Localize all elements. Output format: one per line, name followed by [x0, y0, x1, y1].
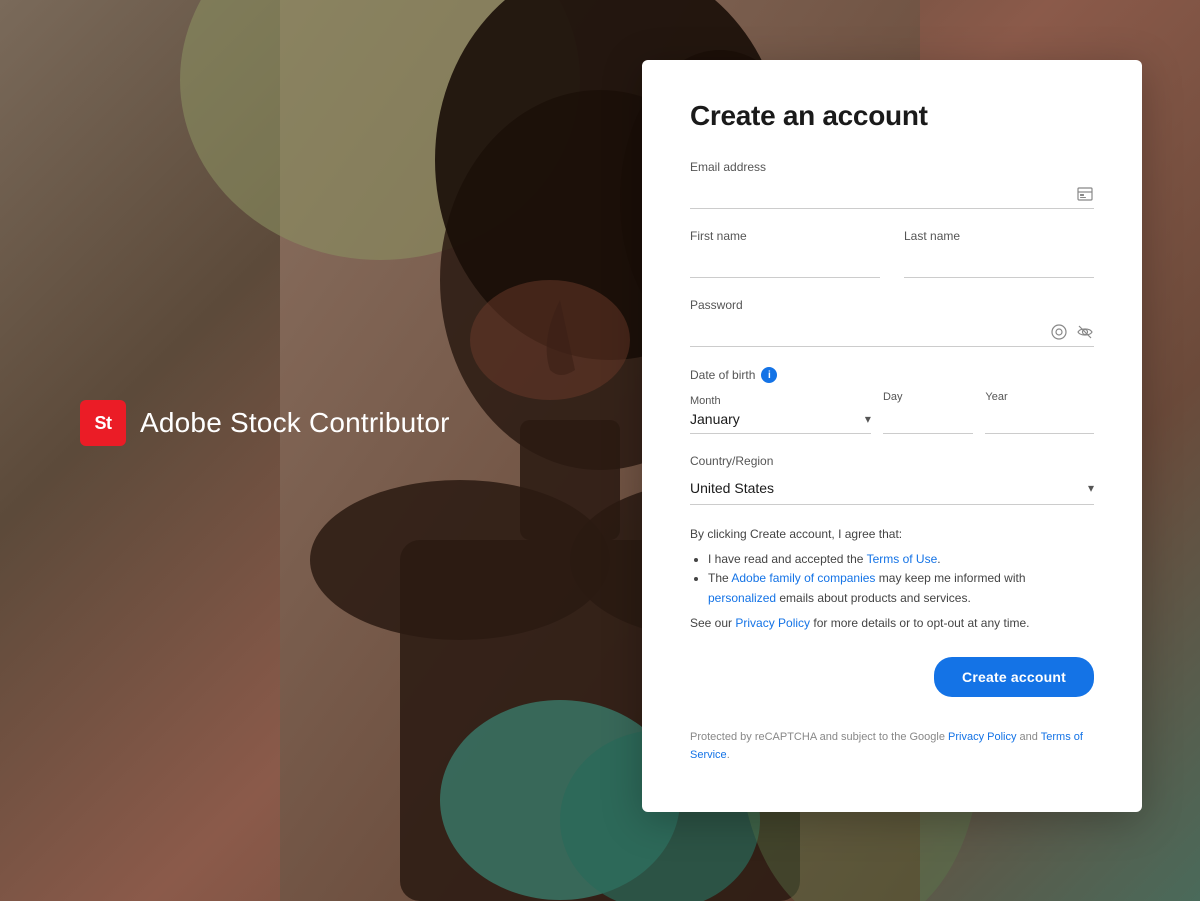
- email-label: Email address: [690, 160, 1094, 174]
- form-title: Create an account: [690, 100, 1094, 132]
- legal-item2-mid: may keep me informed with: [875, 571, 1025, 585]
- privacy-policy-link[interactable]: Privacy Policy: [735, 616, 810, 630]
- firstname-input[interactable]: [690, 249, 880, 278]
- month-chevron-icon: ▾: [865, 412, 871, 426]
- month-value: January: [690, 411, 740, 427]
- day-label: Day: [883, 391, 973, 403]
- month-select[interactable]: January ▾: [690, 411, 871, 434]
- name-row: First name Last name: [690, 229, 1094, 298]
- dob-group: Date of birth i Month January ▾ Day Year: [690, 367, 1094, 434]
- captcha-end: .: [727, 749, 730, 761]
- day-col: Day: [883, 391, 973, 434]
- legal-item1-pre: I have read and accepted the: [708, 552, 867, 566]
- email-group: Email address: [690, 160, 1094, 209]
- password-input-wrapper: [690, 318, 1094, 347]
- lastname-input[interactable]: [904, 249, 1094, 278]
- logo-icon-text: St: [95, 413, 112, 434]
- legal-item1-post: .: [937, 552, 940, 566]
- year-col: Year: [985, 391, 1094, 434]
- email-input-wrapper: [690, 180, 1094, 209]
- password-strength-icon: [1050, 323, 1068, 341]
- legal-list: I have read and accepted the Terms of Us…: [708, 550, 1094, 608]
- app-name: Adobe Stock Contributor: [140, 407, 450, 439]
- email-input[interactable]: [690, 180, 1094, 209]
- personalized-link[interactable]: personalized: [708, 591, 776, 605]
- legal-item-1: I have read and accepted the Terms of Us…: [708, 550, 1094, 569]
- captcha-privacy-link[interactable]: Privacy Policy: [948, 731, 1016, 743]
- dob-label: Date of birth: [690, 368, 755, 382]
- month-label: Month: [690, 395, 871, 407]
- lastname-group: Last name: [904, 229, 1094, 278]
- year-input[interactable]: [985, 407, 1094, 434]
- legal-item-2: The Adobe family of companies may keep m…: [708, 569, 1094, 607]
- show-password-icon[interactable]: [1076, 323, 1094, 341]
- password-input[interactable]: [690, 318, 1094, 347]
- terms-of-use-link[interactable]: Terms of Use: [867, 552, 938, 566]
- country-group: Country/Region United States ▾: [690, 454, 1094, 505]
- captcha-pre: Protected by reCAPTCHA and subject to th…: [690, 731, 948, 743]
- legal-see-post: for more details or to opt-out at any ti…: [810, 616, 1029, 630]
- firstname-label: First name: [690, 229, 880, 243]
- password-label: Password: [690, 298, 1094, 312]
- country-chevron-icon: ▾: [1088, 481, 1094, 495]
- create-account-button[interactable]: Create account: [934, 657, 1094, 697]
- create-account-panel: Create an account Email address First na…: [642, 60, 1142, 812]
- adobe-family-link[interactable]: Adobe family of companies: [731, 571, 875, 585]
- legal-see: See our: [690, 616, 735, 630]
- country-label: Country/Region: [690, 454, 1094, 468]
- app-logo-icon: St: [80, 400, 126, 446]
- day-input[interactable]: [883, 407, 973, 434]
- dob-info-icon[interactable]: i: [761, 367, 777, 383]
- captcha-mid: and: [1017, 731, 1041, 743]
- legal-text-area: By clicking Create account, I agree that…: [690, 525, 1094, 633]
- year-label: Year: [985, 391, 1094, 403]
- legal-intro: By clicking Create account, I agree that…: [690, 527, 902, 541]
- password-group: Password: [690, 298, 1094, 347]
- dob-row: Month January ▾ Day Year: [690, 391, 1094, 434]
- captcha-area: Protected by reCAPTCHA and subject to th…: [690, 729, 1094, 764]
- dob-label-row: Date of birth i: [690, 367, 1094, 383]
- autofill-icon[interactable]: [1076, 185, 1094, 203]
- logo-area: St Adobe Stock Contributor: [80, 400, 450, 446]
- legal-item2-pre: The: [708, 571, 731, 585]
- country-value: United States: [690, 480, 774, 496]
- month-col: Month January ▾: [690, 395, 871, 434]
- legal-item2-post: emails about products and services.: [776, 591, 971, 605]
- lastname-label: Last name: [904, 229, 1094, 243]
- password-icon-area: [1050, 323, 1094, 341]
- country-select[interactable]: United States ▾: [690, 476, 1094, 505]
- firstname-group: First name: [690, 229, 880, 278]
- email-icon-area: [1076, 185, 1094, 203]
